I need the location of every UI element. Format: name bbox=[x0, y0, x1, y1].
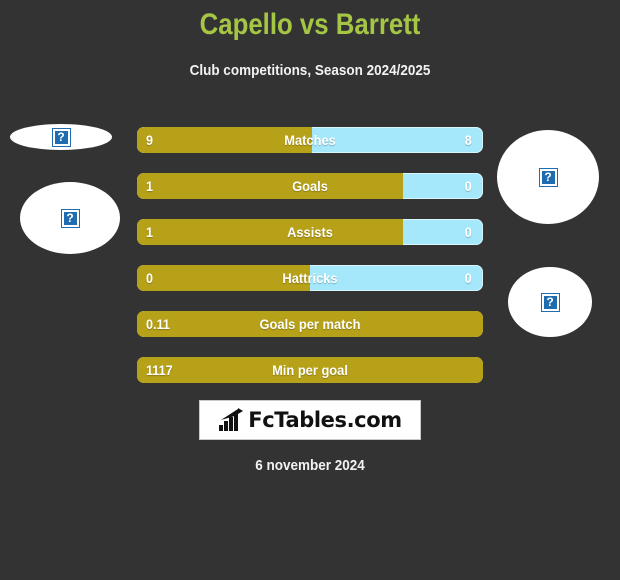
stat-row: 1117 Min per goal bbox=[137, 357, 483, 383]
page-subtitle: Club competitions, Season 2024/2025 bbox=[189, 62, 431, 79]
stat-label: Assists bbox=[287, 224, 333, 240]
stat-away-value: 0 bbox=[464, 270, 472, 286]
stat-row: 1 Assists 0 bbox=[137, 219, 483, 245]
stat-row: 1 Goals 0 bbox=[137, 173, 483, 199]
broken-image-icon: ? bbox=[538, 167, 558, 187]
avatar-right-main: ? bbox=[508, 267, 592, 337]
stat-label: Goals bbox=[292, 178, 328, 194]
stat-row: 0 Hattricks 0 bbox=[137, 265, 483, 291]
stat-away-value: 0 bbox=[464, 224, 472, 240]
fctables-logo[interactable]: FcTables.com bbox=[199, 400, 421, 440]
stat-away-value: 8 bbox=[464, 132, 472, 148]
stat-label: Min per goal bbox=[272, 362, 348, 378]
stat-label: Hattricks bbox=[282, 270, 338, 286]
stat-away-value: 0 bbox=[464, 178, 472, 194]
stat-label: Matches bbox=[284, 132, 336, 148]
avatar-left-top: ? bbox=[10, 124, 112, 150]
report-date: 6 november 2024 bbox=[255, 457, 365, 474]
stats-comparison-list: 9 Matches 8 1 Goals 0 1 Assists 0 0 Hattricks 0 0.11… bbox=[137, 127, 483, 403]
stat-row: 0.11 Goals per match bbox=[137, 311, 483, 337]
stat-row: 9 Matches 8 bbox=[137, 127, 483, 153]
logo-text: FcTables.com bbox=[248, 408, 402, 432]
avatar-right-top: ? bbox=[497, 130, 599, 224]
broken-image-icon: ? bbox=[60, 208, 80, 228]
broken-image-icon: ? bbox=[540, 292, 560, 312]
broken-image-icon: ? bbox=[51, 127, 71, 147]
avatar-left-main: ? bbox=[20, 182, 120, 254]
page-title: Capello vs Barrett bbox=[199, 8, 421, 41]
bar-chart-icon bbox=[219, 408, 244, 431]
stat-label: Goals per match bbox=[259, 316, 361, 332]
